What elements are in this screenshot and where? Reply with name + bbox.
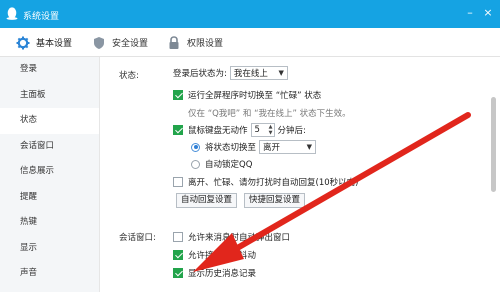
minimize-button[interactable]: – <box>462 5 478 21</box>
tab-label: 权限设置 <box>187 39 224 49</box>
qq-penguin-icon <box>6 7 18 20</box>
title-bar: 系统设置 – × <box>0 0 500 28</box>
sidebar-item-sound[interactable]: 声音 <box>0 261 99 287</box>
sidebar-item-login[interactable]: 登录 <box>0 57 99 83</box>
window-title: 系统设置 <box>23 12 60 22</box>
auto-reply-checkbox[interactable] <box>173 177 183 187</box>
auto-reply-label: 离开、忙碌、请勿打扰时自动回复(10秒以内) <box>188 178 359 188</box>
tab-label: 基本设置 <box>36 39 73 49</box>
settings-content: 状态: 登录后状态为: 我在线上 ▼ 运行全屏程序时切换至 “忙碌” 状态 仅在… <box>101 57 488 292</box>
gear-icon <box>16 36 30 49</box>
close-button[interactable]: × <box>480 5 496 21</box>
sidebar-item-hotkeys[interactable]: 热键 <box>0 210 99 236</box>
window-shake-checkbox[interactable] <box>173 250 183 260</box>
switch-status-label: 将状态切换至 <box>205 143 257 153</box>
status-hint-text: 仅在 “Q我吧” 和 “我在线上” 状态下生效。 <box>188 109 351 119</box>
fullscreen-busy-label: 运行全屏程序时切换至 “忙碌” 状态 <box>188 91 322 101</box>
chat-option-window-shake[interactable]: 允许接收窗口抖动 <box>173 249 256 261</box>
idle-minutes-stepper[interactable]: 5 ▲ ▼ <box>250 123 275 137</box>
shield-icon <box>94 36 104 49</box>
tab-security-settings[interactable]: 安全设置 <box>92 28 148 57</box>
login-status-row: 登录后状态为: 我在线上 ▼ <box>173 66 288 80</box>
chat-window-section-label: 会话窗口: <box>119 233 156 243</box>
chevron-down-icon: ▼ <box>278 69 284 77</box>
chat-option-auto-popup[interactable]: 允许来消息时自动弹出窗口 <box>173 231 290 243</box>
settings-sidebar: 登录 主面板 状态 会话窗口 信息展示 提醒 热键 显示 声音 <box>0 57 100 292</box>
chevron-down-icon: ▼ <box>306 143 313 151</box>
sidebar-item-chat-window[interactable]: 会话窗口 <box>0 134 99 160</box>
radio-auto-lock[interactable]: 自动锁定QQ <box>191 158 252 170</box>
sidebar-item-main-panel[interactable]: 主面板 <box>0 83 99 109</box>
sidebar-item-display[interactable]: 显示 <box>0 236 99 262</box>
settings-tab-bar: 基本设置 安全设置 权限设置 <box>0 28 500 57</box>
quick-reply-settings-button[interactable]: 快捷回复设置 <box>244 193 306 208</box>
sidebar-item-reminder[interactable]: 提醒 <box>0 185 99 211</box>
content-scrollbar[interactable] <box>489 57 500 292</box>
auto-popup-label: 允许来消息时自动弹出窗口 <box>188 233 291 243</box>
switch-status-select[interactable]: 离开 ▼ <box>259 140 317 154</box>
sidebar-item-status[interactable]: 状态 <box>0 108 99 134</box>
switch-status-value: 离开 <box>263 143 281 153</box>
show-history-label: 显示历史消息记录 <box>188 269 257 279</box>
idle-minutes-value: 5 <box>254 125 260 135</box>
fullscreen-busy-checkbox[interactable] <box>173 90 183 100</box>
idle-checkbox[interactable] <box>173 125 183 135</box>
status-section-label: 状态: <box>119 71 139 81</box>
auto-lock-label: 自动锁定QQ <box>205 160 253 170</box>
auto-reply-settings-button[interactable]: 自动回复设置 <box>176 193 238 208</box>
window-shake-label: 允许接收窗口抖动 <box>188 251 257 261</box>
auto-popup-checkbox[interactable] <box>173 232 183 242</box>
sidebar-item-info-display[interactable]: 信息展示 <box>0 159 99 185</box>
lock-icon <box>169 35 179 49</box>
idle-minutes-suffix: 分钟后: <box>277 126 306 136</box>
login-status-select[interactable]: 我在线上 ▼ <box>229 66 288 80</box>
auto-reply-option[interactable]: 离开、忙碌、请勿打扰时自动回复(10秒以内) <box>173 176 358 188</box>
switch-status-radio[interactable] <box>191 142 200 152</box>
radio-switch-status[interactable]: 将状态切换至 离开 ▼ <box>191 140 317 154</box>
idle-label: 鼠标键盘无动作 <box>188 126 248 136</box>
status-hint: 仅在 “Q我吧” 和 “我在线上” 状态下生效。 <box>188 107 351 119</box>
chat-option-show-history[interactable]: 显示历史消息记录 <box>173 267 256 279</box>
tab-permission-settings[interactable]: 权限设置 <box>167 28 223 57</box>
login-status-label: 登录后状态为: <box>173 69 227 79</box>
auto-lock-radio[interactable] <box>191 159 200 169</box>
stepper-arrows-icon[interactable]: ▲ ▼ <box>269 124 273 136</box>
idle-option[interactable]: 鼠标键盘无动作 5 ▲ ▼ 分钟后: <box>173 123 306 137</box>
tab-basic-settings[interactable]: 基本设置 <box>16 28 72 57</box>
scrollbar-thumb[interactable] <box>491 97 496 192</box>
login-status-value: 我在线上 <box>233 69 268 79</box>
fullscreen-busy-option[interactable]: 运行全屏程序时切换至 “忙碌” 状态 <box>173 89 321 101</box>
tab-label: 安全设置 <box>112 39 149 49</box>
show-history-checkbox[interactable] <box>173 268 183 278</box>
